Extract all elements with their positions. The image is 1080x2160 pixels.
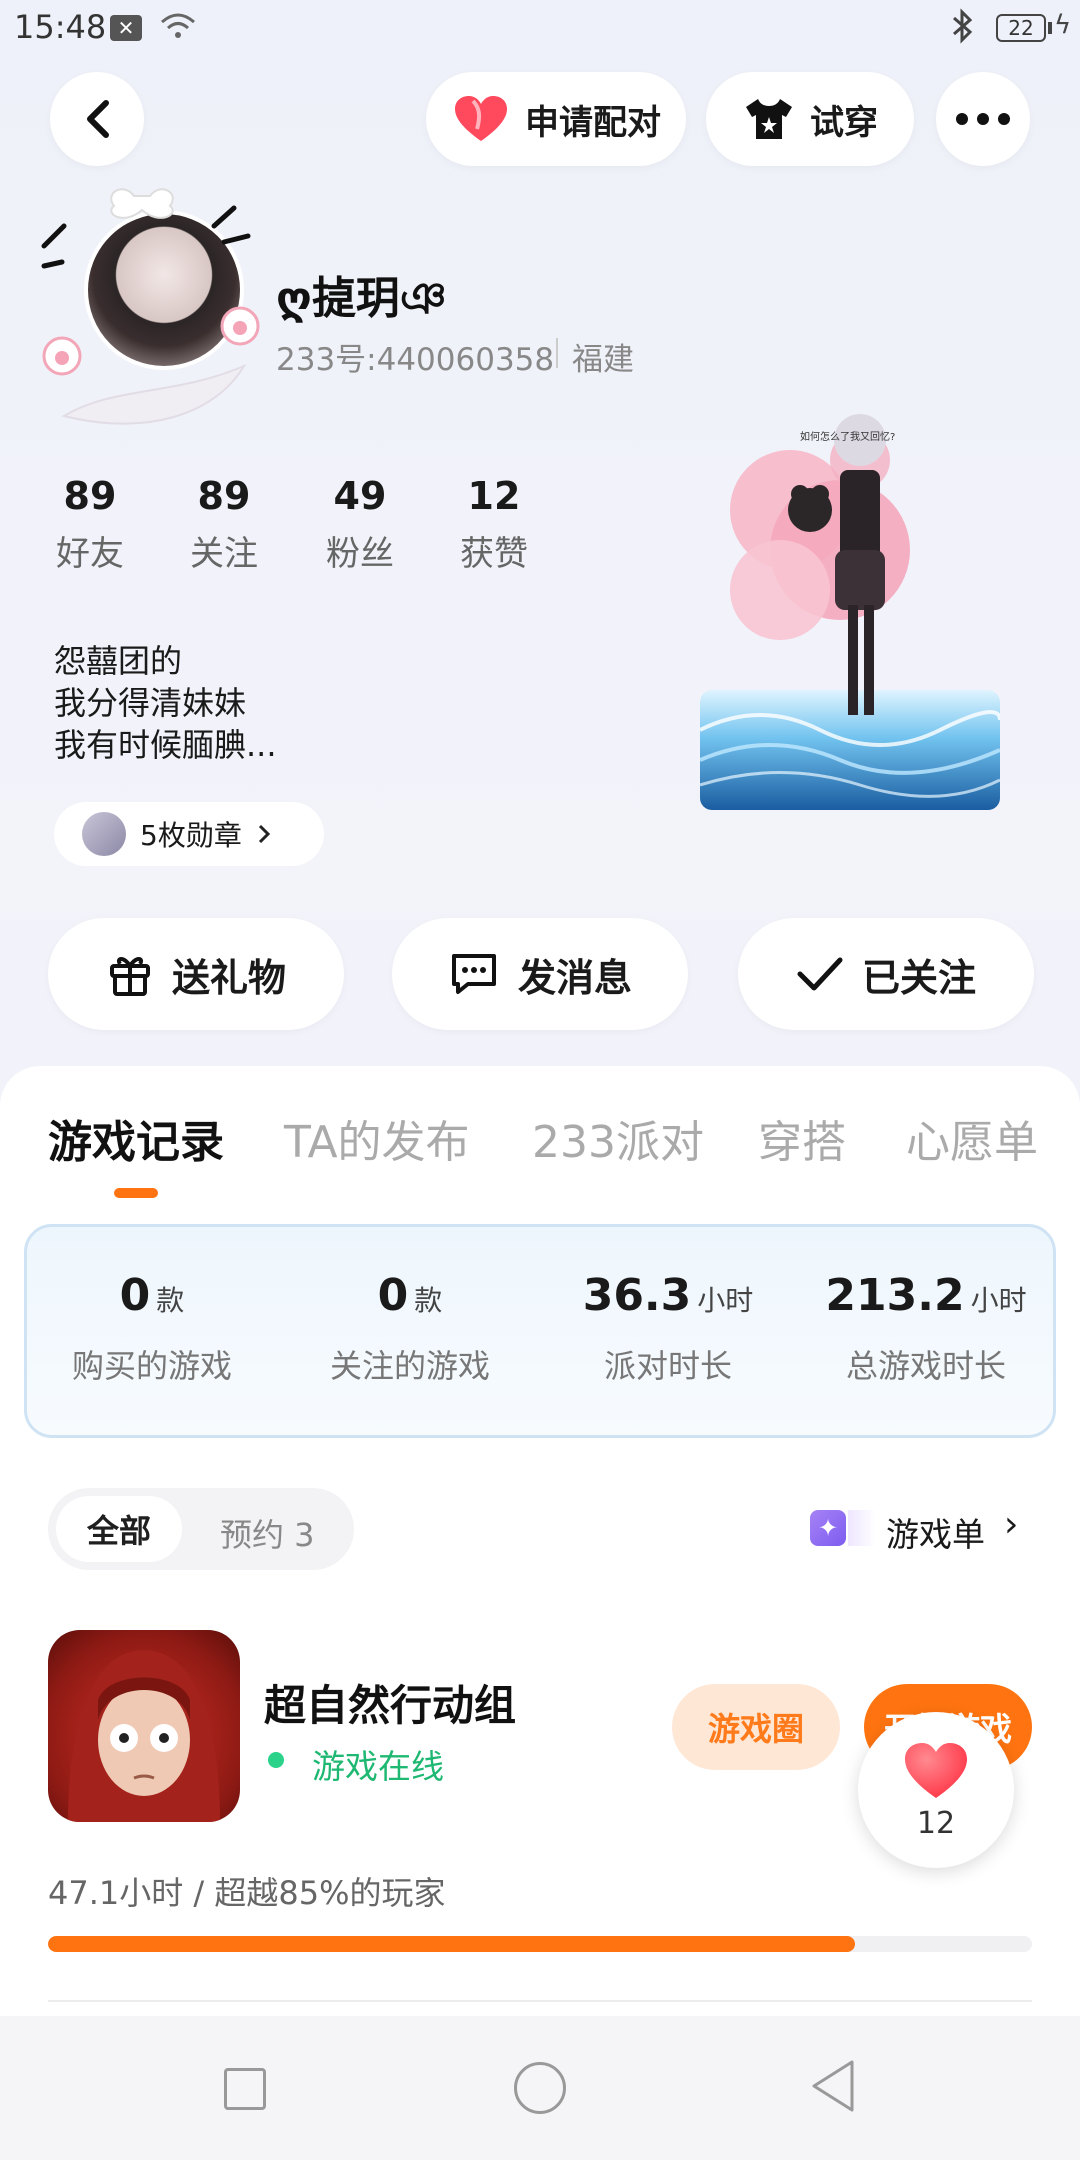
heart-icon — [905, 1742, 967, 1798]
gs-label: 总游戏时长 — [845, 1347, 1006, 1385]
gs-value: 0 — [119, 1270, 151, 1321]
stat-value: 89 — [63, 474, 117, 518]
username: ღ㨗玥ঞ — [276, 273, 447, 324]
game-icon[interactable] — [48, 1630, 240, 1822]
game-status: 游戏在线 — [312, 1747, 444, 1786]
chevron-left-icon — [87, 100, 109, 138]
stat-friends[interactable]: 89 好友 — [30, 474, 150, 575]
send-gift-label: 送礼物 — [171, 955, 286, 1000]
playtime-progress-track — [48, 1936, 1032, 1952]
tab-wishlist[interactable]: 心愿单 — [906, 1106, 1038, 1170]
tab-outfits[interactable]: 穿搭 — [758, 1106, 846, 1170]
like-floating-button[interactable]: 12 — [858, 1712, 1014, 1868]
bluetooth-icon — [950, 8, 976, 52]
chevron-right-icon — [258, 824, 270, 844]
game-list-link[interactable]: 游戏单 — [886, 1508, 985, 1556]
stat-label: 粉丝 — [326, 534, 394, 574]
status-bar: 15:48 ✕ 22 ϟ — [0, 0, 1080, 60]
chevron-right-icon: › — [1004, 1504, 1019, 1545]
try-on-label: 试穿 — [810, 102, 878, 143]
gs-label: 关注的游戏 — [329, 1347, 490, 1385]
medals-label: 5枚勋章 — [140, 819, 242, 852]
game-title[interactable]: 超自然行动组 — [264, 1672, 516, 1733]
playtime-progress-fill — [48, 1936, 855, 1952]
heart-icon — [455, 96, 507, 141]
bio-line: 怨囍团的 — [54, 642, 183, 680]
check-icon — [797, 957, 843, 991]
online-status-dot — [268, 1752, 284, 1768]
gs-value: 0 — [377, 1270, 409, 1321]
user-id[interactable]: 233号:440060358 — [276, 334, 554, 379]
id-divider — [556, 338, 558, 368]
filter-all[interactable]: 全部 — [56, 1496, 182, 1562]
sparkle-icon: ✦ — [810, 1510, 846, 1546]
send-message-label: 发消息 — [517, 955, 632, 1000]
more-icon — [956, 113, 1010, 125]
gs-unit: 款 — [414, 1284, 443, 1317]
notification-icon: ✕ — [110, 15, 142, 41]
medals-button[interactable]: 5枚勋章 — [54, 802, 324, 866]
tab-game-records[interactable]: 游戏记录 — [48, 1106, 224, 1170]
shirt-icon — [746, 99, 792, 139]
avatar-frame[interactable] — [34, 186, 272, 436]
game-list-icon-tail — [848, 1510, 876, 1546]
list-divider — [48, 2000, 1032, 2002]
stat-label: 获赞 — [460, 534, 528, 574]
stat-total-game-time[interactable]: 213.2 小时 总游戏时长 — [806, 1270, 1046, 1387]
apply-pair-label: 申请配对 — [525, 102, 661, 143]
gs-value: 213.2 — [825, 1270, 965, 1321]
stat-value: 49 — [333, 474, 387, 518]
cat-ear-frame-icon — [41, 188, 260, 425]
apply-pair-button[interactable]: 申请配对 — [426, 72, 686, 166]
region: 福建 — [572, 342, 634, 378]
battery-tip — [1048, 22, 1052, 34]
status-time: 15:48 — [14, 8, 107, 46]
back-nav-button[interactable] — [808, 2058, 858, 2114]
charging-icon: ϟ — [1054, 10, 1072, 40]
like-count: 12 — [916, 1805, 956, 1841]
back-button[interactable] — [50, 72, 144, 166]
tab-posts[interactable]: TA的发布 — [284, 1106, 470, 1170]
stat-fans[interactable]: 49 粉丝 — [300, 474, 420, 575]
battery-indicator: 22 — [996, 14, 1046, 42]
following-button[interactable]: 已关注 — [738, 918, 1034, 1030]
game-circle-button[interactable]: 游戏圈 — [672, 1684, 840, 1770]
recent-apps-button[interactable] — [224, 2068, 266, 2110]
gs-unit: 小时 — [697, 1284, 754, 1317]
stat-label: 关注 — [190, 534, 258, 574]
gift-icon — [109, 957, 150, 996]
stat-value: 12 — [467, 474, 521, 518]
bio[interactable]: 怨囍团的 我分得清妹妹 我有时候腼腆... — [54, 640, 277, 766]
character-caption: 如何怎么了我又回忆? — [800, 430, 895, 443]
chat-icon — [451, 954, 496, 994]
stat-party-time[interactable]: 36.3 小时 派对时长 — [548, 1270, 788, 1387]
character-avatar-3d[interactable]: 如何怎么了我又回忆? — [690, 400, 1080, 840]
send-gift-button[interactable]: 送礼物 — [48, 918, 344, 1030]
gs-unit: 小时 — [970, 1284, 1027, 1317]
try-on-button[interactable]: 试穿 — [706, 72, 914, 166]
wifi-icon — [158, 10, 198, 50]
stat-value: 89 — [197, 474, 251, 518]
gs-label: 购买的游戏 — [71, 1347, 232, 1385]
home-button[interactable] — [514, 2062, 566, 2114]
medal-icon — [82, 812, 126, 856]
gs-label: 派对时长 — [603, 1347, 732, 1385]
tab-indicator — [114, 1188, 158, 1198]
stat-followed-games[interactable]: 0款 关注的游戏 — [290, 1270, 530, 1387]
stat-following[interactable]: 89 关注 — [164, 474, 284, 575]
bio-line: 我分得清妹妹 — [54, 684, 247, 722]
more-options-button[interactable] — [936, 72, 1030, 166]
gs-unit: 款 — [156, 1284, 185, 1317]
gs-value: 36.3 — [582, 1270, 692, 1321]
playtime-summary: 47.1小时 / 超越85%的玩家 — [48, 1874, 446, 1912]
following-label: 已关注 — [861, 955, 976, 1000]
filter-preorder[interactable]: 预约 3 — [220, 1510, 315, 1556]
stat-purchased-games[interactable]: 0款 购买的游戏 — [32, 1270, 272, 1387]
bio-line: 我有时候腼腆... — [54, 726, 277, 764]
send-message-button[interactable]: 发消息 — [392, 918, 688, 1030]
stat-label: 好友 — [56, 534, 124, 574]
tab-party[interactable]: 233派对 — [532, 1106, 704, 1170]
stat-likes[interactable]: 12 获赞 — [434, 474, 554, 575]
